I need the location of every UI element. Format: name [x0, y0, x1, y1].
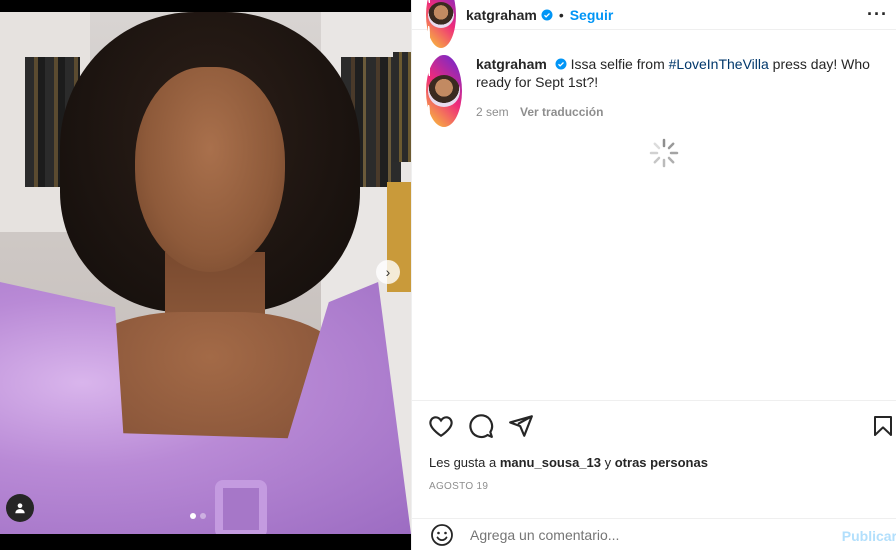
follow-button[interactable]: Seguir — [570, 7, 614, 23]
loading-spinner-icon — [649, 138, 679, 168]
post-photo[interactable] — [0, 12, 411, 534]
translate-link[interactable]: Ver traducción — [520, 105, 603, 119]
likes-prefix: Les gusta a — [429, 455, 500, 470]
heart-icon[interactable] — [428, 413, 454, 439]
verified-badge-icon — [555, 58, 567, 70]
carousel-dot-active — [190, 513, 196, 519]
user-tag-icon[interactable] — [6, 494, 34, 522]
more-options-icon[interactable]: ··· — [867, 4, 888, 25]
carousel-dots — [190, 513, 206, 519]
chevron-right-icon[interactable]: › — [376, 260, 400, 284]
likes-summary: Les gusta a manu_sousa_13 y otras person… — [429, 455, 708, 470]
caption-hashtag[interactable]: #LoveInTheVilla — [669, 56, 769, 72]
carousel-dot — [200, 513, 206, 519]
bookmark-icon[interactable] — [871, 414, 895, 438]
caption-avatar[interactable] — [426, 55, 462, 127]
add-comment-bar: Publicar — [412, 518, 896, 550]
action-bar — [412, 400, 896, 450]
caption-username[interactable]: katgraham — [476, 56, 547, 72]
photo-face — [135, 67, 285, 272]
likes-others-link[interactable]: otras personas — [615, 455, 708, 470]
caption-body: katgraham Issa selfie from #LoveInTheVil… — [476, 55, 876, 127]
username-link[interactable]: katgraham — [466, 7, 537, 23]
post-header: katgraham • Seguir ··· — [412, 0, 896, 48]
avatar[interactable] — [426, 0, 456, 48]
likes-middle: y — [601, 455, 615, 470]
likes-user-link[interactable]: manu_sousa_13 — [500, 455, 601, 470]
comment-input[interactable] — [470, 526, 810, 543]
post-media: › — [0, 0, 411, 550]
verified-badge-icon — [541, 9, 553, 20]
caption-text: Issa selfie from — [570, 56, 669, 72]
caption-time: 2 sem — [476, 105, 509, 119]
comment-icon[interactable] — [468, 413, 494, 439]
emoji-icon[interactable] — [430, 523, 454, 547]
separator-dot: • — [558, 6, 564, 23]
caption: katgraham Issa selfie from #LoveInTheVil… — [412, 43, 896, 127]
publish-button[interactable]: Publicar — [842, 528, 896, 544]
post-date[interactable]: AGOSTO 19 — [429, 481, 488, 492]
photo-belt-buckle — [215, 480, 267, 534]
share-icon[interactable] — [508, 413, 534, 439]
post-panel: katgraham • Seguir ··· katgraham Issa se… — [411, 0, 896, 550]
caption-meta: 2 sem Ver traducción — [476, 103, 876, 121]
